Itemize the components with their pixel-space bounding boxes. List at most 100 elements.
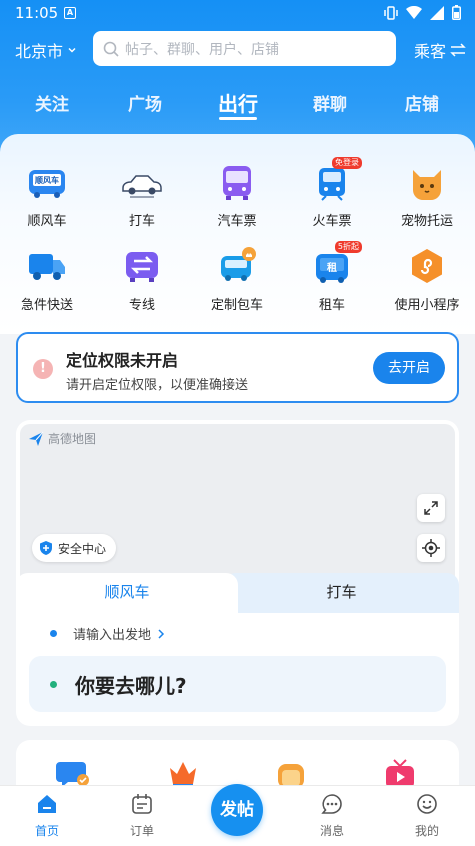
main-tabs: 关注 广场 出行 群聊 店铺 — [0, 90, 475, 126]
battery-icon — [452, 5, 461, 20]
ride-type-tabs: 打车 顺风车 — [16, 573, 459, 613]
tab-carpool[interactable]: 顺风车 — [16, 573, 238, 613]
status-time: 11:05 — [15, 4, 59, 22]
search-input[interactable]: 帖子、群聊、用户、店铺 — [93, 31, 396, 66]
swap-icon — [450, 43, 466, 57]
service-label: 专线 — [128, 298, 155, 313]
service-express[interactable]: 急件快送 — [2, 246, 92, 313]
nav-label: 订单 — [129, 824, 154, 838]
bottom-nav: 首页 订单 发帖 消息 我的 — [0, 784, 475, 846]
charter-car-icon — [217, 246, 257, 286]
route-arrows-icon — [122, 246, 162, 286]
train-badge: 免登录 — [332, 157, 362, 169]
carpool-car-icon: 顺风车 — [27, 162, 67, 202]
destination-dot — [50, 680, 57, 688]
location-permission-alert: ! 定位权限未开启 请开启定位权限，以便准确接送 去开启 — [16, 332, 459, 403]
service-label: 汽车票 — [217, 214, 257, 229]
city-selector[interactable]: 北京市 — [15, 38, 77, 62]
rental-badge: 5折起 — [334, 241, 362, 253]
chevron-down-icon — [68, 47, 76, 53]
search-icon — [103, 41, 119, 57]
origin-placeholder: 请输入出发地 — [73, 628, 152, 643]
nav-messages[interactable]: 消息 — [302, 792, 362, 839]
service-mini-program[interactable]: 使用小程序 — [382, 246, 472, 313]
tab-taxi[interactable]: 打车 — [224, 573, 459, 613]
service-label: 租车 — [318, 298, 345, 313]
locate-button[interactable] — [417, 534, 445, 562]
carpool-icon-text: 顺风车 — [35, 176, 59, 185]
message-icon — [321, 794, 342, 814]
nav-profile[interactable]: 我的 — [397, 792, 457, 839]
delivery-truck-icon — [27, 246, 67, 286]
tab-shops[interactable]: 店铺 — [405, 90, 439, 115]
locate-icon — [422, 539, 440, 557]
tab-follow[interactable]: 关注 — [35, 90, 69, 115]
chevron-right-icon — [158, 628, 165, 639]
service-label: 顺风车 — [27, 214, 67, 229]
train-icon: 免登录 — [312, 157, 362, 202]
service-label: 宠物托运 — [400, 214, 453, 229]
rental-icon-text: 租 — [327, 263, 337, 274]
nav-orders[interactable]: 订单 — [112, 792, 172, 839]
service-bus-ticket[interactable]: 汽车票 — [192, 162, 282, 229]
service-carpool[interactable]: 顺风车 顺风车 — [2, 162, 92, 229]
service-rental[interactable]: 租 5折起 租车 — [287, 241, 377, 313]
alert-title: 定位权限未开启 — [66, 351, 179, 370]
bus-icon — [217, 162, 257, 202]
nav-home[interactable]: 首页 — [17, 792, 77, 839]
orders-icon — [132, 794, 152, 814]
nav-label: 我的 — [414, 824, 439, 838]
nav-label: 首页 — [34, 824, 59, 838]
city-label: 北京市 — [15, 42, 64, 61]
service-label: 打车 — [128, 214, 155, 229]
taxi-car-icon — [120, 162, 164, 202]
service-label: 使用小程序 — [394, 298, 460, 313]
service-label: 火车票 — [312, 214, 352, 229]
warning-icon: ! — [33, 359, 53, 379]
signal-icon — [430, 5, 444, 20]
tab-underline — [219, 117, 257, 120]
service-taxi[interactable]: 打车 — [97, 162, 187, 229]
vibrate-icon — [384, 5, 398, 20]
status-bar: 11:05 A — [0, 0, 475, 26]
service-label: 定制包车 — [210, 298, 263, 313]
profile-smile-icon — [417, 794, 437, 814]
tab-travel[interactable]: 出行 — [218, 88, 258, 117]
tab-groups[interactable]: 群聊 — [313, 90, 347, 115]
home-icon — [38, 795, 56, 813]
service-train-ticket[interactable]: 免登录 火车票 — [287, 157, 377, 229]
search-placeholder: 帖子、群聊、用户、店铺 — [125, 41, 279, 58]
service-pet-shipping[interactable]: 宠物托运 — [382, 162, 472, 229]
safety-label: 安全中心 — [58, 541, 107, 556]
role-switch[interactable]: 乘客 — [414, 38, 466, 62]
origin-input[interactable]: 请输入出发地 — [50, 624, 165, 643]
service-charter[interactable]: 定制包车 — [192, 246, 282, 313]
service-line[interactable]: 专线 — [97, 246, 187, 313]
status-icons — [384, 5, 461, 20]
rental-car-icon: 租 5折起 — [312, 241, 362, 286]
nav-label: 消息 — [319, 824, 344, 838]
mini-program-icon — [407, 246, 447, 286]
notification-icon: A — [64, 7, 76, 19]
role-label: 乘客 — [414, 42, 447, 61]
expand-icon — [424, 501, 438, 515]
origin-row: 请输入出发地 — [73, 624, 165, 643]
map-logo: 高德地图 — [28, 430, 96, 447]
shield-icon — [40, 541, 52, 555]
ride-card: 高德地图 安全中心 打车 顺风车 请输入出发地 你要去哪儿? — [16, 420, 459, 726]
origin-dot — [50, 630, 57, 637]
map-logo-text: 高德地图 — [48, 432, 97, 446]
safety-center-button[interactable]: 安全中心 — [32, 534, 117, 562]
fullscreen-button[interactable] — [417, 494, 445, 522]
tab-square[interactable]: 广场 — [128, 90, 162, 115]
amap-logo-icon — [29, 431, 44, 446]
post-button[interactable]: 发帖 — [211, 784, 263, 836]
alert-subtitle: 请开启定位权限，以便准确接送 — [66, 378, 249, 393]
pet-cat-icon — [407, 162, 447, 202]
destination-placeholder: 你要去哪儿? — [75, 673, 187, 698]
services-card: 顺风车 顺风车 打车 汽车票 免登录 火车票 宠物托运 急件快送 专线 定制包车… — [0, 134, 475, 334]
destination-input[interactable]: 你要去哪儿? — [29, 656, 446, 712]
enable-location-button[interactable]: 去开启 — [373, 352, 445, 384]
wifi-icon — [406, 5, 422, 19]
service-label: 急件快送 — [20, 298, 73, 313]
